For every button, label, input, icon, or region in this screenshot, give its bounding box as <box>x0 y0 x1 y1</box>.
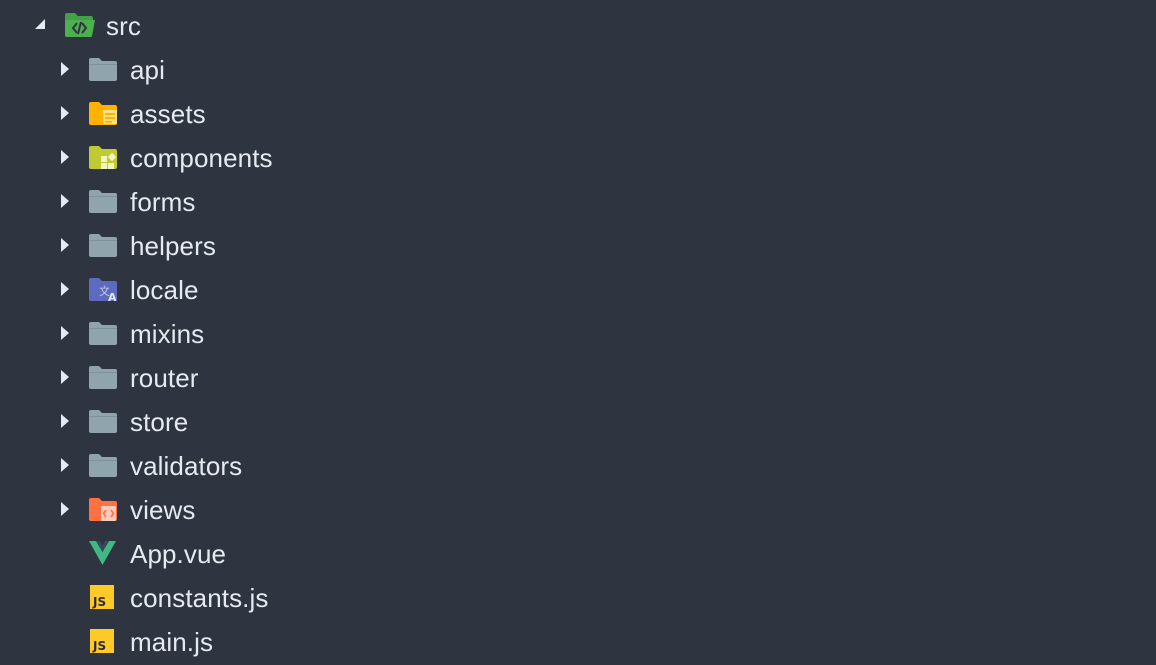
collapsed-arrow-icon[interactable] <box>56 179 76 223</box>
folder-icon <box>88 55 120 83</box>
tree-item-label: main.js <box>130 627 214 657</box>
collapsed-arrow-icon[interactable] <box>56 311 76 355</box>
folder-locale-icon: 文 A <box>88 275 120 303</box>
folder-views-icon <box>88 495 120 523</box>
collapsed-arrow-icon[interactable] <box>56 267 76 311</box>
javascript-icon: JS <box>88 583 120 611</box>
tree-item-label: locale <box>130 275 199 305</box>
folder-components-icon <box>88 143 120 171</box>
tree-item-api[interactable]: api <box>0 47 1156 91</box>
tree-item-label: components <box>130 143 273 173</box>
tree-item-label: constants.js <box>130 583 269 613</box>
tree-item-forms[interactable]: forms <box>0 179 1156 223</box>
tree-item-mixins[interactable]: mixins <box>0 311 1156 355</box>
folder-icon <box>88 407 120 435</box>
tree-item-label: mixins <box>130 319 205 349</box>
tree-item-label: views <box>130 495 196 525</box>
folder-icon <box>88 231 120 259</box>
collapsed-arrow-icon[interactable] <box>56 91 76 135</box>
collapsed-arrow-icon[interactable] <box>56 355 76 399</box>
tree-item-label: src <box>106 11 141 41</box>
tree-item-label: validators <box>130 451 243 481</box>
tree-item-app-vue[interactable]: App.vue <box>0 531 1156 575</box>
javascript-icon: JS <box>88 627 120 655</box>
svg-text:JS: JS <box>92 639 106 653</box>
tree-item-label: router <box>130 363 199 393</box>
vue-icon <box>88 539 120 567</box>
folder-src-open-icon <box>64 11 96 39</box>
collapsed-arrow-icon[interactable] <box>56 399 76 443</box>
folder-icon <box>88 187 120 215</box>
tree-item-validators[interactable]: validators <box>0 443 1156 487</box>
tree-item-label: forms <box>130 187 196 217</box>
collapsed-arrow-icon[interactable] <box>56 487 76 531</box>
tree-item-label: App.vue <box>130 539 227 569</box>
folder-assets-icon <box>88 99 120 127</box>
collapsed-arrow-icon[interactable] <box>56 135 76 179</box>
tree-item-label: helpers <box>130 231 216 261</box>
collapsed-arrow-icon[interactable] <box>56 223 76 267</box>
tree-item-locale[interactable]: 文 A locale <box>0 267 1156 311</box>
folder-icon <box>88 363 120 391</box>
tree-item-src[interactable]: src <box>0 3 1156 47</box>
svg-text:A: A <box>108 291 117 303</box>
expanded-arrow-icon[interactable] <box>32 3 52 47</box>
tree-item-views[interactable]: views <box>0 487 1156 531</box>
tree-item-helpers[interactable]: helpers <box>0 223 1156 267</box>
tree-item-constants-js[interactable]: JS constants.js <box>0 575 1156 619</box>
tree-item-main-js[interactable]: JS main.js <box>0 619 1156 663</box>
svg-text:JS: JS <box>92 595 106 609</box>
tree-item-label: api <box>130 55 165 85</box>
tree-item-store[interactable]: store <box>0 399 1156 443</box>
tree-item-components[interactable]: components <box>0 135 1156 179</box>
file-explorer-tree: src api assets components forms helpers … <box>0 0 1156 664</box>
tree-item-router[interactable]: router <box>0 355 1156 399</box>
tree-item-label: assets <box>130 99 206 129</box>
folder-icon <box>88 451 120 479</box>
collapsed-arrow-icon[interactable] <box>56 443 76 487</box>
folder-icon <box>88 319 120 347</box>
collapsed-arrow-icon[interactable] <box>56 47 76 91</box>
tree-item-label: store <box>130 407 189 437</box>
tree-item-assets[interactable]: assets <box>0 91 1156 135</box>
